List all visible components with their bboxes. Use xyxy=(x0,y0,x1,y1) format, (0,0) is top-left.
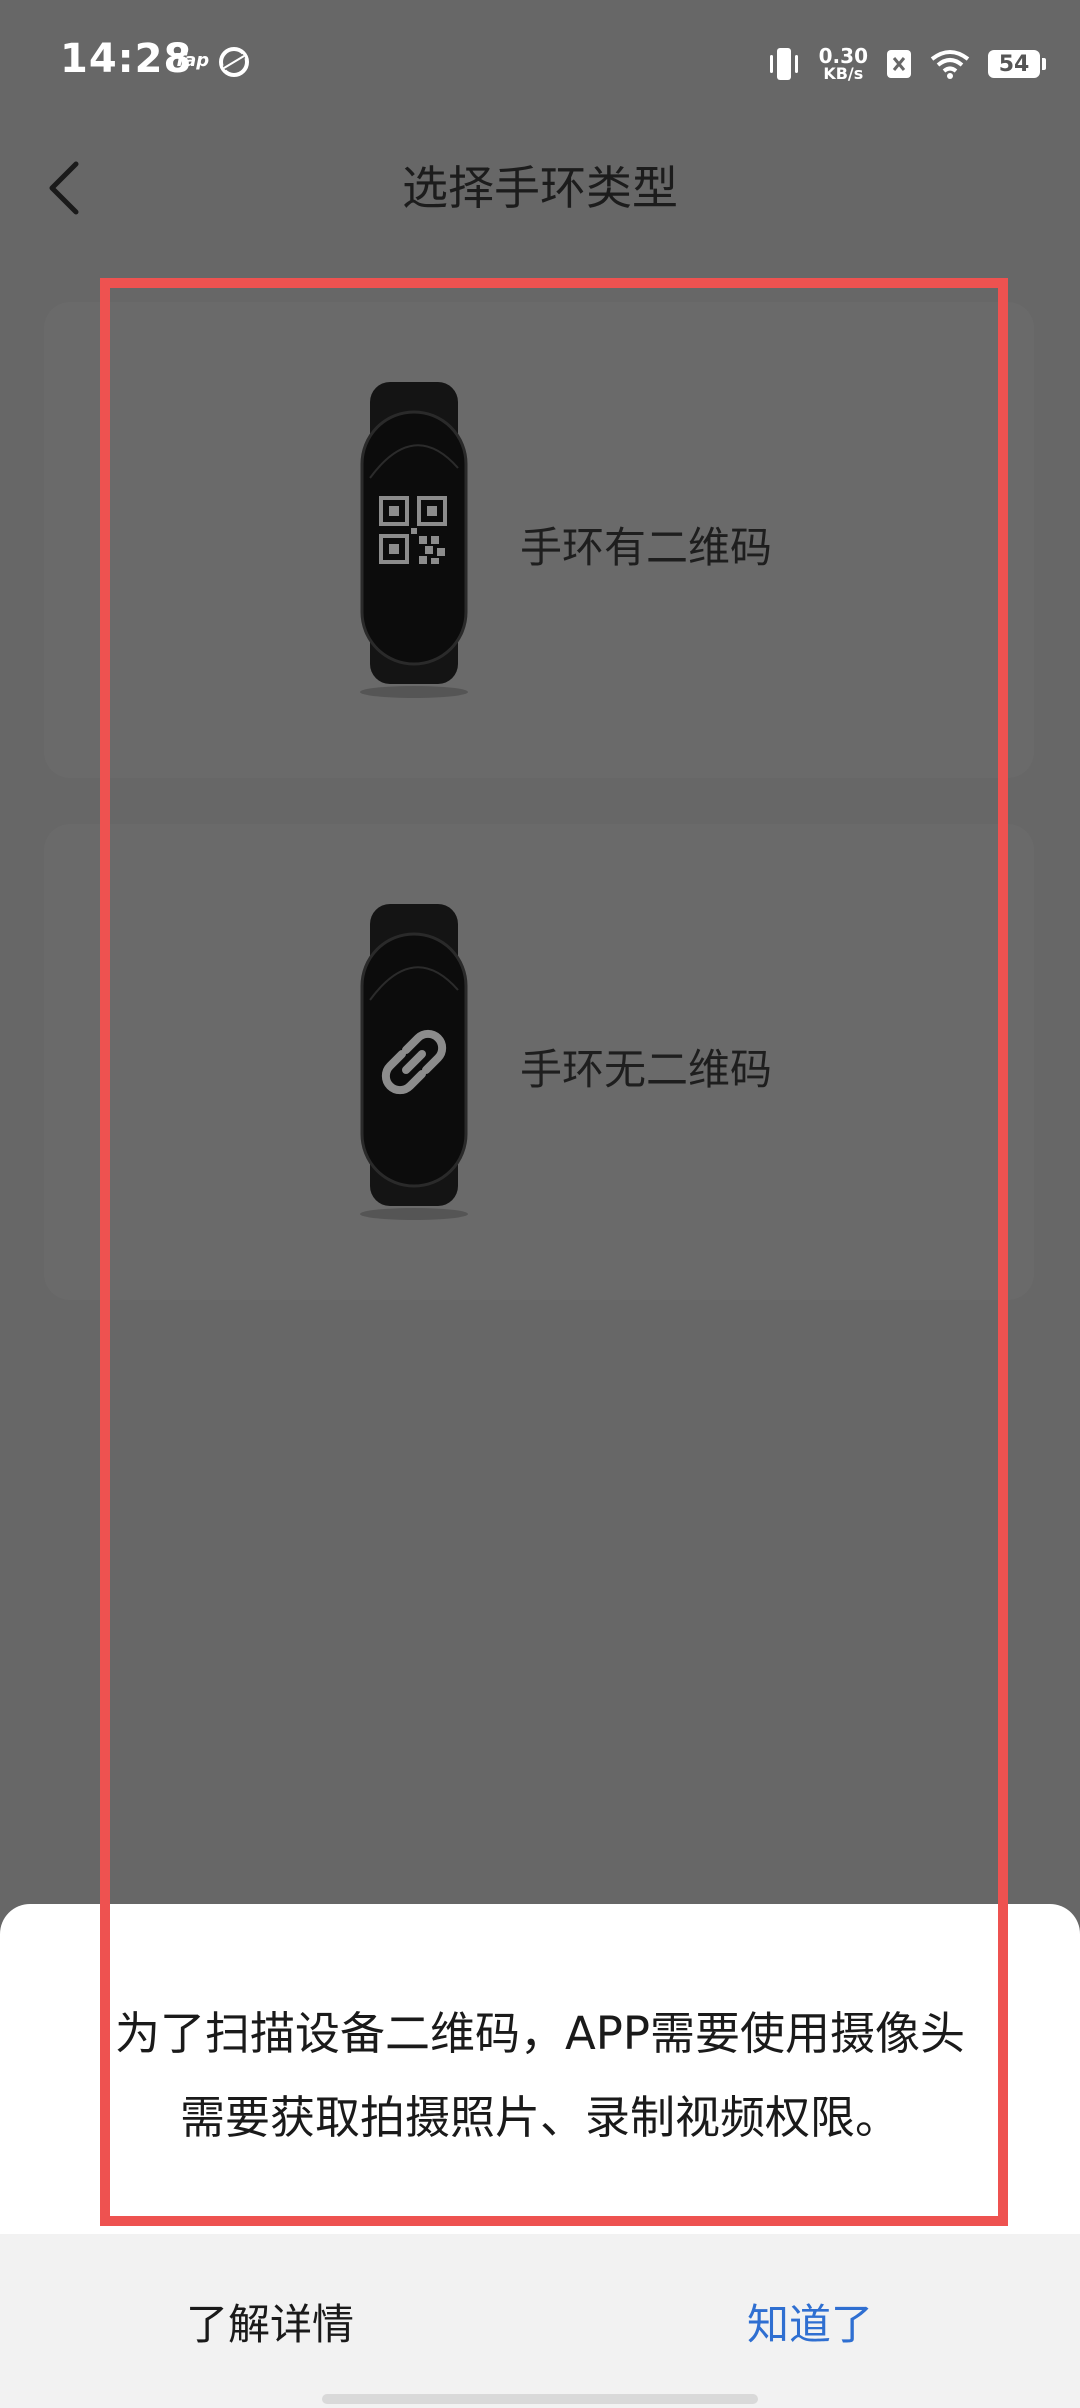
permission-message: 为了扫描设备二维码，APP需要使用摄像头 需要获取拍摄照片、录制视频权限。 xyxy=(40,1992,1040,2160)
option-label: 手环有二维码 xyxy=(520,523,773,572)
permission-message-line-2: 需要获取拍摄照片、录制视频权限。 xyxy=(179,2091,900,2144)
vibrate-icon xyxy=(769,48,798,80)
network-speed-unit: KB/s xyxy=(823,64,864,83)
option-label: 手环无二维码 xyxy=(520,1045,773,1094)
tap-app-icon: Tap xyxy=(174,50,210,71)
got-it-button[interactable]: 知道了 xyxy=(660,2234,960,2408)
network-speed: 0.30 KB/s xyxy=(819,46,868,82)
home-indicator[interactable] xyxy=(322,2394,758,2404)
header: 选择手环类型 xyxy=(0,128,1080,248)
band-without-qr-image xyxy=(360,904,468,1220)
band-with-qr-image xyxy=(360,382,468,698)
app-notification-icon xyxy=(219,47,249,77)
permission-message-line-1: 为了扫描设备二维码，APP需要使用摄像头 xyxy=(114,2007,966,2060)
permission-sheet: 为了扫描设备二维码，APP需要使用摄像头 需要获取拍摄照片、录制视频权限。 了解… xyxy=(0,1904,1080,2408)
status-indicators: 0.30 KB/s 54 xyxy=(767,40,1046,88)
network-speed-value: 0.30 xyxy=(818,44,868,68)
option-band-without-qr[interactable]: 手环无二维码 xyxy=(44,824,1034,1300)
sheet-actions: 了解详情 知道了 xyxy=(0,2234,1080,2408)
option-band-with-qr[interactable]: 手环有二维码 xyxy=(44,302,1034,778)
status-time: 14:28 xyxy=(60,36,193,82)
back-arrow-icon xyxy=(49,161,79,215)
sim-off-icon xyxy=(887,50,911,78)
status-bar: 14:28 Tap 0.30 KB/s 54 xyxy=(0,0,1080,128)
battery-icon: 54 xyxy=(988,50,1046,78)
learn-more-button[interactable]: 了解详情 xyxy=(120,2234,420,2408)
page-title: 选择手环类型 xyxy=(402,161,678,215)
back-button[interactable] xyxy=(34,150,94,226)
wifi-icon xyxy=(930,50,970,79)
